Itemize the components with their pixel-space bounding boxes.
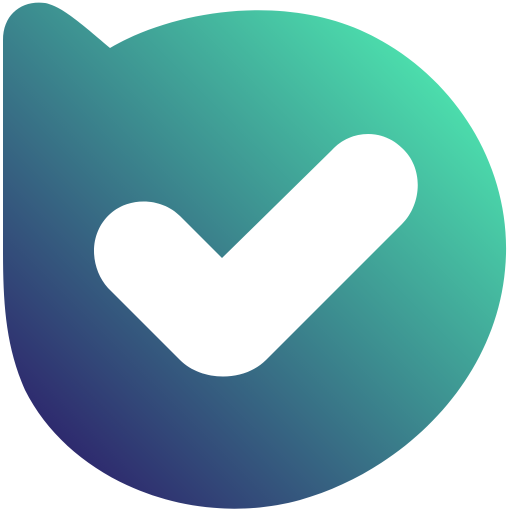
check-badge-icon <box>3 2 507 509</box>
app-icon <box>0 0 512 512</box>
